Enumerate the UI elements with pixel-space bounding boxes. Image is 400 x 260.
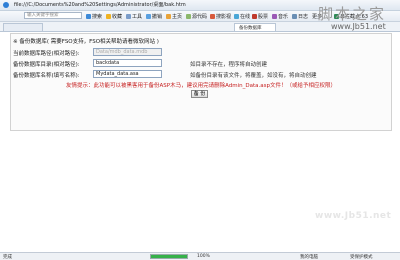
tab-backup-database[interactable]: 备份数据库 — [234, 23, 276, 31]
toolbar-item-home[interactable]: 主页 — [166, 13, 182, 20]
toolbar-item-favorites[interactable]: 收藏 — [106, 13, 122, 20]
tab-blank[interactable] — [3, 23, 43, 31]
star-icon — [106, 14, 111, 19]
undo-icon — [146, 14, 151, 19]
backup-dir-field[interactable]: backdata — [93, 59, 162, 67]
watermark-url: www.Jb51.net — [331, 22, 386, 31]
backup-name-hint: 如备份目录有该文件，将覆盖，如没有，将自动创建 — [190, 73, 317, 79]
toolbar-item-log[interactable]: 日志 — [292, 13, 308, 20]
source-icon — [186, 14, 191, 19]
load-progress-fill — [151, 255, 187, 258]
toolbar-item-online[interactable]: 在线 — [234, 13, 250, 20]
backup-name-label: 备份数据库名称(填写名称): — [13, 73, 80, 79]
music-icon — [272, 14, 277, 19]
globe-icon — [234, 14, 239, 19]
video-icon — [210, 14, 215, 19]
toolbar-item-music[interactable]: 音乐 — [272, 13, 288, 20]
protected-mode: 受保护模式 — [350, 255, 373, 260]
backup-name-field[interactable]: Mydata_data.asa — [93, 70, 162, 78]
toolbar-item-search[interactable]: 搜索 — [86, 13, 102, 20]
backup-dir-label: 备份数据库目录(相对路径): — [13, 62, 80, 68]
tools-icon — [126, 14, 131, 19]
toolbar-item-source[interactable]: 源代码 — [186, 13, 207, 20]
search-input[interactable]: 输入关键字搜索 — [24, 12, 82, 19]
backup-dir-hint: 如目录不存在，程序将自动创建 — [190, 62, 268, 68]
form-heading: ※ 备份数据库( 需要FSO支持，FSO相关帮助请看微软网站 ) — [13, 39, 159, 45]
toolbar-item-tools[interactable]: 工具 — [126, 13, 142, 20]
stock-icon — [252, 14, 257, 19]
load-progress-bar — [150, 254, 188, 259]
search-icon — [86, 14, 91, 19]
ie-icon — [3, 2, 9, 8]
zoom-level[interactable]: 100% — [197, 254, 210, 259]
log-icon — [292, 14, 297, 19]
watermark-bottom-url: www.Jb51.net — [315, 211, 392, 221]
current-db-path-label: 当前数据库路径(相对路径): — [13, 51, 80, 57]
toolbar-item-stock[interactable]: 股票 — [252, 13, 268, 20]
backup-button[interactable]: 备 份 — [191, 90, 208, 98]
zone-my-computer: 我的电脑 — [300, 255, 318, 260]
toolbar-item-video[interactable]: 搜影视 — [210, 13, 231, 20]
address-text[interactable]: file:///C:/Documents%20and%20Settings/Ad… — [14, 1, 186, 8]
backup-form-panel: ※ 备份数据库( 需要FSO支持，FSO相关帮助请看微软网站 ) 当前数据库路径… — [10, 33, 392, 131]
current-db-path-field[interactable]: Data/mdb_data.mdb — [93, 48, 162, 56]
watermark-logo: 脚本之家 — [318, 5, 387, 23]
toolbar-item-undo[interactable]: 撤销 — [146, 13, 162, 20]
status-text: 完成 — [3, 255, 12, 260]
security-warning: 友情提示：此功能可以被黑客用于备份ASP木马，建议用完请删除Admin_Data… — [66, 83, 336, 89]
home-icon — [166, 14, 171, 19]
